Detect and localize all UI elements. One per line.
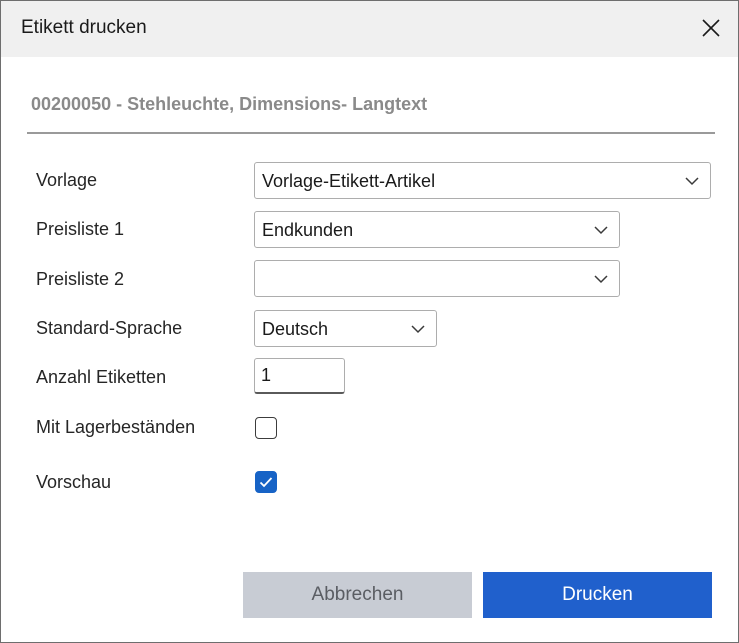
preisliste1-value: Endkunden [262,220,354,240]
article-heading: 00200050 - Stehleuchte, Dimensions- Lang… [31,94,428,114]
lager-checkbox[interactable] [255,417,277,439]
vorlage-value: Vorlage-Etikett-Artikel [262,171,436,191]
preisliste1-select[interactable]: Endkunden [254,211,620,248]
preisliste2-select[interactable] [254,260,620,297]
cancel-button[interactable]: Abbrechen [243,572,472,618]
chevron-down-icon [594,275,608,284]
close-button[interactable] [690,7,732,49]
sprache-label: Standard-Sprache [36,318,183,338]
sprache-select[interactable]: Deutsch [254,310,437,347]
checkmark-icon [259,477,273,488]
preisliste1-label: Preisliste 1 [36,219,125,239]
lager-label: Mit Lagerbeständen [36,417,196,437]
heading-divider [27,132,715,134]
print-button[interactable]: Drucken [483,572,712,618]
vorschau-label: Vorschau [36,472,112,492]
vorschau-checkbox[interactable] [255,471,277,493]
dialog-title: Etikett drucken [21,17,147,38]
anzahl-input[interactable] [254,358,345,394]
preisliste2-label: Preisliste 2 [36,269,125,289]
vorlage-select[interactable]: Vorlage-Etikett-Artikel [254,162,711,199]
vorlage-label: Vorlage [36,170,98,190]
sprache-value: Deutsch [262,319,329,339]
chevron-down-icon [411,325,425,334]
print-label-dialog: Etikett drucken 00200050 - Stehleuchte, … [0,0,739,643]
close-icon [702,19,720,37]
chevron-down-icon [594,226,608,235]
chevron-down-icon [685,177,699,186]
title-bar: Etikett drucken [1,1,738,57]
anzahl-label: Anzahl Etiketten [36,367,167,387]
